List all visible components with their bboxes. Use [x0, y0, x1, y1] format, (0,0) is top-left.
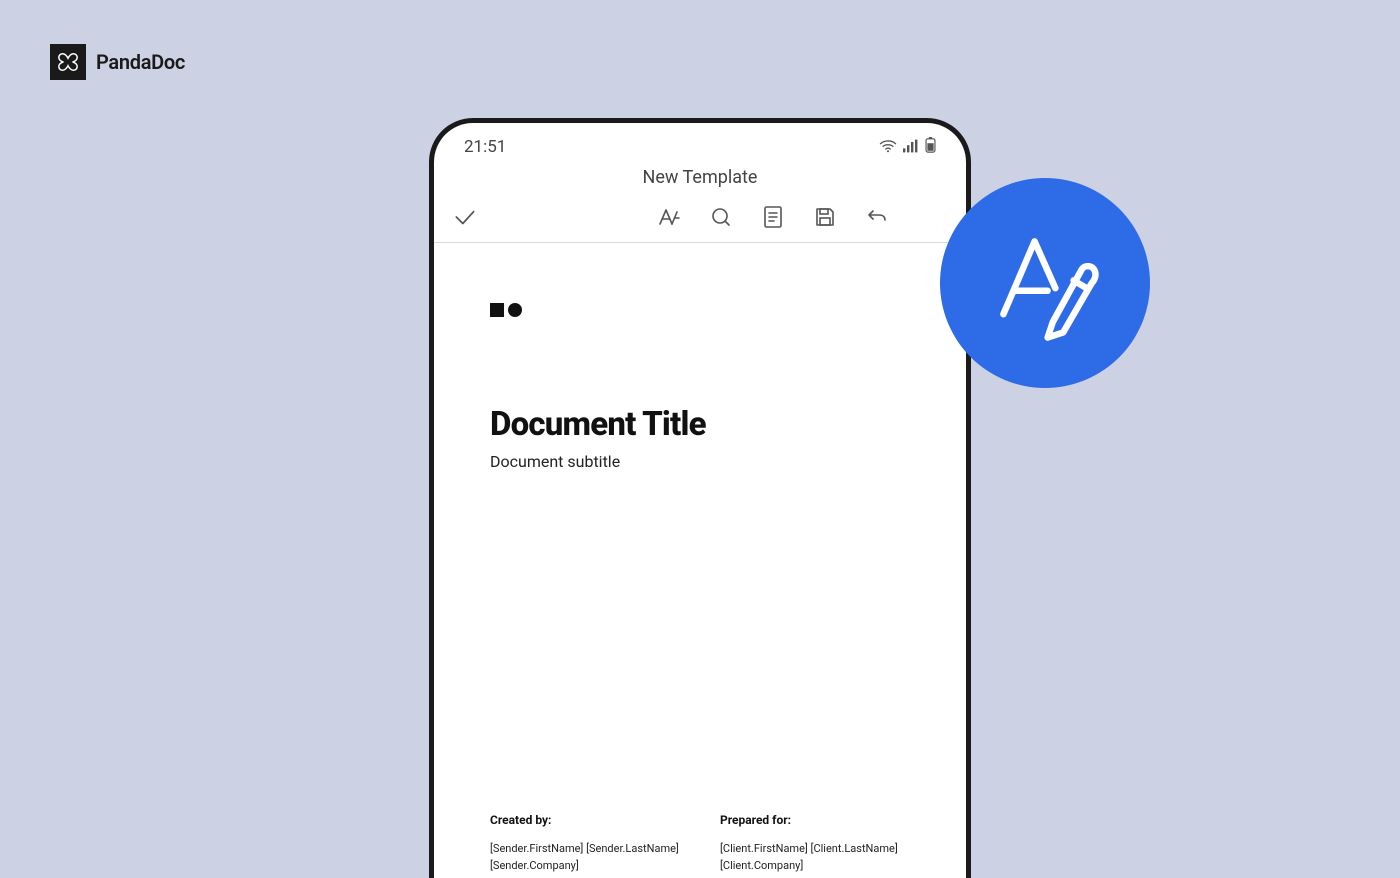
document-subtitle[interactable]: Document subtitle	[490, 452, 910, 471]
document-footer: Created by: [Sender.FirstName] [Sender.L…	[490, 813, 910, 874]
edit-style-badge	[940, 178, 1150, 388]
text-style-button[interactable]	[656, 204, 682, 230]
brand-logo-icon	[50, 44, 86, 80]
prepared-for-name[interactable]: [Client.FirstName] [Client.LastName]	[720, 841, 910, 858]
document-logo-placeholder	[490, 303, 910, 317]
text-edit-icon	[980, 218, 1110, 348]
confirm-button[interactable]	[452, 204, 478, 230]
prepared-for-company[interactable]: [Client.Company]	[720, 858, 910, 875]
status-icons	[879, 137, 936, 157]
screen-title: New Template	[434, 161, 966, 198]
save-button[interactable]	[812, 204, 838, 230]
document-button[interactable]	[760, 204, 786, 230]
toolbar	[434, 198, 966, 243]
search-button[interactable]	[708, 204, 734, 230]
document-title[interactable]: Document Title	[490, 405, 910, 444]
created-by-block: Created by: [Sender.FirstName] [Sender.L…	[490, 813, 680, 874]
wifi-icon	[879, 138, 897, 157]
document-preview[interactable]: Document Title Document subtitle Created…	[434, 243, 966, 874]
battery-icon	[925, 137, 936, 157]
created-by-label: Created by:	[490, 813, 680, 827]
phone-frame: 21:51 New Template	[429, 118, 971, 878]
undo-button[interactable]	[864, 204, 890, 230]
signal-icon	[903, 138, 919, 157]
status-bar: 21:51	[434, 123, 966, 161]
brand-name: PandaDoc	[96, 50, 185, 74]
created-by-name[interactable]: [Sender.FirstName] [Sender.LastName]	[490, 841, 680, 858]
toolbar-spacer	[916, 204, 942, 230]
brand-logo: PandaDoc	[50, 44, 185, 80]
status-time: 21:51	[464, 137, 506, 157]
created-by-company[interactable]: [Sender.Company]	[490, 858, 680, 875]
prepared-for-block: Prepared for: [Client.FirstName] [Client…	[720, 813, 910, 874]
prepared-for-label: Prepared for:	[720, 813, 910, 827]
